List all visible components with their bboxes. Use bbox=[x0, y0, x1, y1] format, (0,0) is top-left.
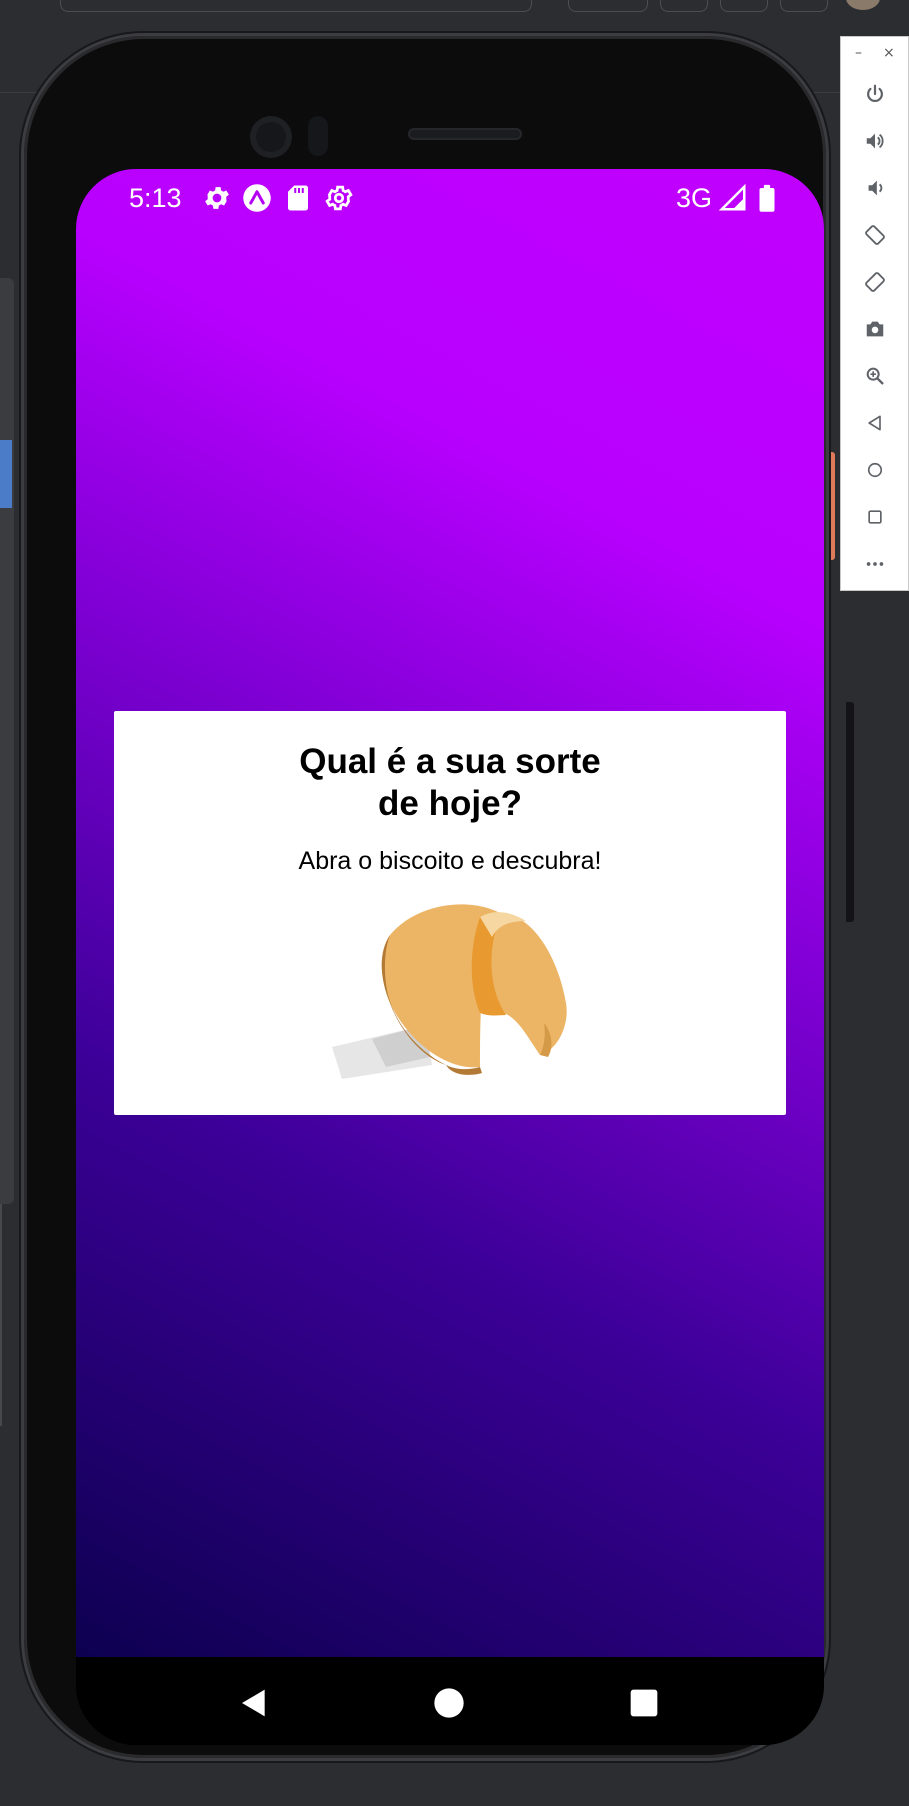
app-background: 5:13 3G Qual é a sua sorte de hoje? Abra… bbox=[76, 169, 824, 1657]
home-icon[interactable] bbox=[433, 1687, 465, 1719]
device-frame: 5:13 3G Qual é a sua sorte de hoje? Abra… bbox=[24, 36, 854, 1758]
expo-icon bbox=[243, 184, 271, 212]
ide-toolbar-button[interactable] bbox=[568, 0, 648, 12]
emulator-toolbar: – × bbox=[840, 36, 909, 591]
avatar[interactable] bbox=[846, 0, 880, 10]
back-button[interactable] bbox=[858, 406, 892, 440]
rotate-left-button[interactable] bbox=[858, 218, 892, 252]
status-bar: 5:13 3G bbox=[76, 169, 824, 231]
front-camera bbox=[250, 116, 292, 158]
title-line-2: de hoje? bbox=[378, 784, 522, 823]
battery-icon bbox=[759, 184, 775, 212]
back-icon bbox=[868, 415, 881, 431]
camera-sensor bbox=[308, 116, 328, 156]
screenshot-button[interactable] bbox=[858, 312, 892, 346]
ide-side-panel bbox=[0, 278, 14, 1204]
ide-scroll-marker bbox=[828, 452, 835, 560]
page-title: Qual é a sua sorte de hoje? bbox=[114, 741, 786, 825]
volume-down-button[interactable] bbox=[858, 171, 892, 205]
camera-icon bbox=[866, 321, 884, 337]
back-icon[interactable] bbox=[238, 1687, 270, 1719]
rotate-right-button[interactable] bbox=[858, 265, 892, 299]
settings-icon bbox=[205, 187, 229, 209]
subtitle: Abra o biscoito e descubra! bbox=[298, 847, 602, 875]
home-button[interactable] bbox=[858, 453, 892, 487]
network-type: 3G bbox=[676, 183, 713, 213]
volume-up-icon bbox=[866, 133, 884, 149]
more-button[interactable] bbox=[858, 547, 892, 581]
overview-icon bbox=[868, 510, 882, 524]
device-screen: 5:13 3G Qual é a sua sorte de hoje? Abra… bbox=[76, 169, 824, 1745]
settings-outline-icon bbox=[325, 185, 353, 211]
rotate-left-icon bbox=[865, 225, 885, 245]
status-time: 5:13 bbox=[129, 183, 182, 213]
power-icon bbox=[867, 84, 883, 103]
rotate-right-icon bbox=[865, 272, 885, 292]
zoom-icon bbox=[866, 367, 884, 385]
zoom-button[interactable] bbox=[858, 359, 892, 393]
ide-selected-item[interactable] bbox=[0, 440, 12, 508]
power-button[interactable] bbox=[858, 77, 892, 111]
navigation-bar bbox=[76, 1657, 824, 1745]
fortune-cookie-image[interactable] bbox=[330, 895, 570, 1095]
minimize-button[interactable]: – bbox=[855, 45, 862, 61]
toolbar-window-controls: – × bbox=[841, 45, 909, 65]
home-icon bbox=[867, 462, 883, 478]
fortune-card: Qual é a sua sorte de hoje? Abra o bisco… bbox=[114, 711, 786, 1115]
volume-down-icon bbox=[868, 180, 883, 196]
title-line-1: Qual é a sua sorte bbox=[299, 742, 601, 781]
power-side-button[interactable] bbox=[846, 702, 854, 922]
ide-search-field[interactable] bbox=[60, 0, 532, 12]
ide-toolbar-button[interactable] bbox=[660, 0, 708, 12]
more-icon bbox=[866, 562, 884, 566]
earpiece-speaker bbox=[408, 128, 522, 140]
ide-toolbar-button[interactable] bbox=[780, 0, 828, 12]
volume-up-button[interactable] bbox=[858, 124, 892, 158]
ide-toolbar-button[interactable] bbox=[720, 0, 768, 12]
signal-icon bbox=[718, 183, 746, 211]
overview-button[interactable] bbox=[858, 500, 892, 534]
recents-icon[interactable] bbox=[628, 1687, 660, 1719]
close-button[interactable]: × bbox=[883, 45, 895, 61]
sd-card-icon bbox=[288, 185, 308, 211]
